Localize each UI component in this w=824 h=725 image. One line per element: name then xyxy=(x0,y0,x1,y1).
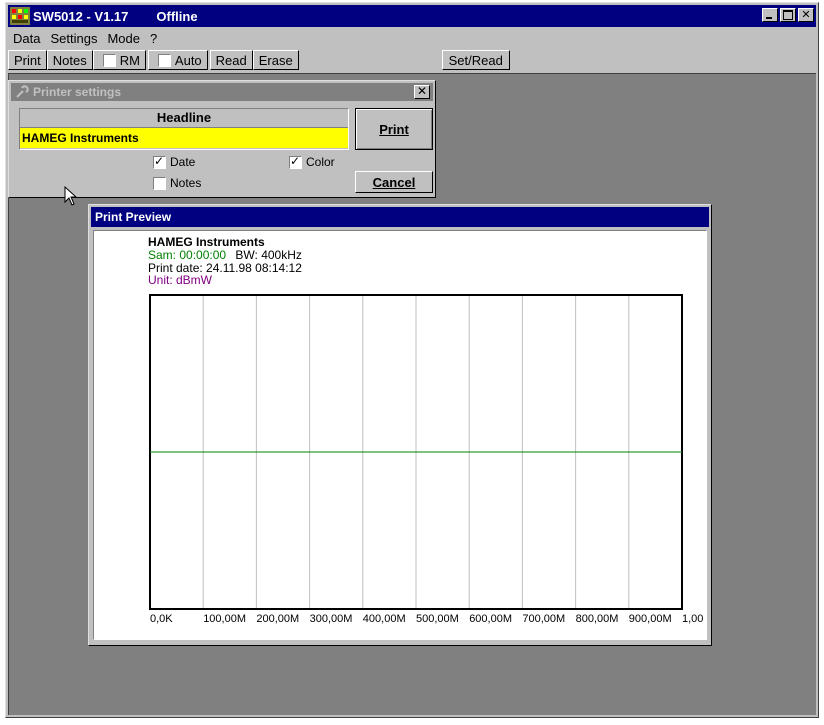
x-tick-label: 1,00 xyxy=(682,613,703,625)
minimize-button[interactable] xyxy=(762,8,778,22)
printer-settings-close-button[interactable]: ✕ xyxy=(414,85,430,99)
x-tick-label: 100,00M xyxy=(203,613,246,625)
menu-settings[interactable]: Settings xyxy=(45,31,102,46)
x-tick-label: 300,00M xyxy=(310,613,353,625)
notes-checkbox[interactable] xyxy=(153,176,166,190)
dialog-cancel-button[interactable]: Cancel xyxy=(355,171,433,193)
auto-label: Auto xyxy=(174,52,202,68)
date-checkbox[interactable] xyxy=(153,154,166,169)
auto-toggle[interactable]: Auto xyxy=(147,50,208,70)
read-button[interactable]: Read xyxy=(209,50,253,70)
rm-toggle[interactable]: RM xyxy=(92,50,146,70)
print-button[interactable]: Print xyxy=(8,50,47,70)
printer-settings-titlebar[interactable]: Printer settings ✕ xyxy=(11,83,433,101)
rm-checkbox[interactable] xyxy=(102,53,116,67)
x-tick-label: 0,0K xyxy=(150,613,173,625)
color-checkbox[interactable] xyxy=(289,154,302,169)
color-option[interactable]: Color xyxy=(285,154,335,169)
print-preview-title: Print Preview xyxy=(95,210,172,224)
rm-label: RM xyxy=(119,52,140,68)
dialog-cancel-label: Cancel xyxy=(372,174,416,190)
date-label: Date xyxy=(170,155,196,169)
x-tick-label: 900,00M xyxy=(629,613,672,625)
title-bar[interactable]: SW5012 - V1.17 Offline ✕ xyxy=(8,5,816,27)
wrench-icon xyxy=(15,85,29,99)
x-tick-label: 400,00M xyxy=(363,613,406,625)
color-label: Color xyxy=(306,155,335,169)
menu-bar: Data Settings Mode ? xyxy=(8,29,162,47)
x-tick-label: 600,00M xyxy=(469,613,512,625)
x-tick-label: 200,00M xyxy=(256,613,299,625)
menu-data[interactable]: Data xyxy=(8,31,45,46)
connection-status: Offline xyxy=(156,8,198,24)
app-icon xyxy=(10,7,30,25)
set-read-button[interactable]: Set/Read xyxy=(441,50,510,70)
printer-settings-title: Printer settings xyxy=(33,85,122,99)
menu-mode[interactable]: Mode xyxy=(102,31,145,46)
printer-settings-dialog: Printer settings ✕ Headline HAMEG Instru… xyxy=(8,80,436,198)
print-preview-window: Print Preview HAMEG Instruments Sam: 00:… xyxy=(88,204,712,646)
toolbar: Print Notes RM Auto Read Erase Set/Read xyxy=(8,49,816,71)
headline-label: Headline xyxy=(20,109,348,128)
notes-label: Notes xyxy=(170,176,202,190)
dialog-print-label: Print xyxy=(379,121,409,137)
close-button[interactable]: ✕ xyxy=(798,8,814,22)
maximize-button[interactable] xyxy=(780,8,796,22)
app-title: SW5012 - V1.17 xyxy=(33,8,129,24)
x-tick-label: 700,00M xyxy=(522,613,565,625)
headline-group: Headline HAMEG Instruments xyxy=(19,108,349,150)
menu-help[interactable]: ? xyxy=(145,31,162,46)
notes-button[interactable]: Notes xyxy=(46,50,93,70)
print-preview-titlebar[interactable]: Print Preview xyxy=(91,207,709,227)
auto-checkbox[interactable] xyxy=(157,53,171,67)
print-preview-page: HAMEG Instruments Sam: 00:00:00 BW: 400k… xyxy=(93,230,707,640)
headline-input[interactable]: HAMEG Instruments xyxy=(20,128,348,148)
notes-option[interactable]: Notes xyxy=(149,176,201,190)
x-tick-label: 800,00M xyxy=(576,613,619,625)
dialog-print-button[interactable]: Print xyxy=(355,108,433,150)
mouse-cursor-icon xyxy=(64,185,80,208)
date-option[interactable]: Date xyxy=(149,154,196,169)
x-tick-label: 500,00M xyxy=(416,613,459,625)
spectrum-chart: 0,0K 100,00M 200,00M 300,00M 400,00M 500,00M 6… xyxy=(149,294,703,625)
erase-button[interactable]: Erase xyxy=(252,50,299,70)
